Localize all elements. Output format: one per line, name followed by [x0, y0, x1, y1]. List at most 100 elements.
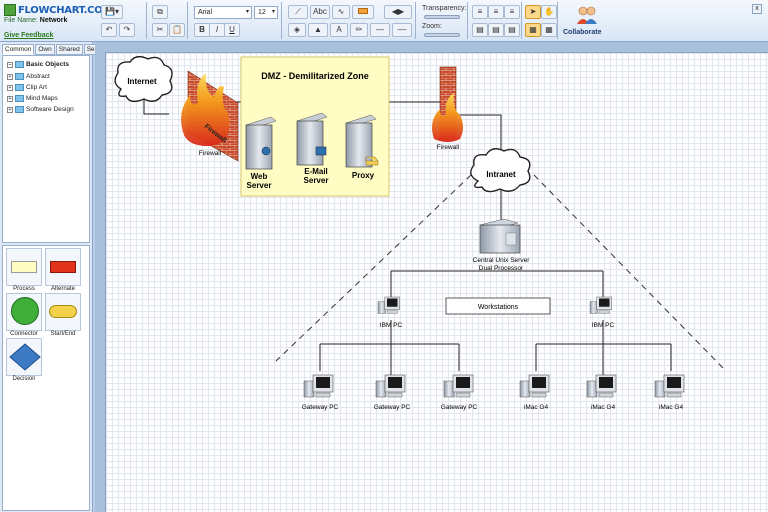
align-bottom-icon[interactable]: ▤ — [504, 23, 520, 37]
boundary-right — [533, 174, 725, 370]
tree-item-basic-objects[interactable]: – Basic Objects — [7, 61, 69, 68]
file-tools: 💾▾ ↶ ↷ — [97, 2, 147, 39]
workstations-label: Workstations — [478, 304, 519, 311]
arrange-icon[interactable]: ◀▶ — [384, 5, 412, 19]
align-right-icon[interactable]: ≡ — [504, 5, 520, 19]
close-icon[interactable]: x — [752, 4, 762, 14]
italic-button[interactable]: I — [209, 23, 225, 37]
shape-process[interactable] — [6, 248, 42, 286]
collaborate-button[interactable]: Collaborate — [563, 29, 602, 36]
expand-icon[interactable]: + — [7, 95, 13, 102]
undo-icon[interactable]: ↶ — [101, 23, 117, 37]
shape-label-decision: Decision — [12, 376, 36, 382]
line-weight-icon[interactable]: — — [370, 23, 390, 37]
align-left-icon[interactable]: ≡ — [472, 5, 488, 19]
shape-alternate[interactable] — [45, 248, 81, 286]
save-icon[interactable]: 💾▾ — [101, 5, 123, 19]
ibm-pc-left[interactable]: IBM PC — [377, 296, 403, 329]
shape-color-icon[interactable] — [352, 5, 374, 19]
firewall-right[interactable]: Firewall — [432, 66, 463, 151]
pointer-tools: ➤ ✋ ▦ ▦ — [524, 2, 558, 39]
align-middle-icon[interactable]: ▤ — [488, 23, 504, 37]
pan-hand-icon[interactable]: ✋ — [541, 5, 557, 19]
intranet-cloud[interactable]: Intranet — [470, 148, 531, 193]
ibm-pc-right[interactable]: IBM PC — [589, 296, 614, 329]
copy-icon[interactable]: ⧉ — [152, 5, 168, 19]
text-style-button[interactable]: Abc — [310, 5, 330, 19]
expand-icon[interactable]: + — [7, 84, 13, 91]
underline-button[interactable]: U — [224, 23, 240, 37]
file-name-value[interactable]: Network — [40, 17, 68, 24]
firewall-left[interactable]: Firewall Firewall — [181, 70, 239, 162]
tree-item-label: Abstract — [26, 73, 50, 80]
transparency-label: Transparency: — [422, 5, 467, 12]
app-logo: FLOWCHART.COM — [4, 4, 112, 16]
library-tree: – Basic Objects + Abstract + Clip Art + … — [2, 55, 90, 243]
shape-decision[interactable] — [6, 338, 42, 376]
gateway-pc-1[interactable]: Gateway PC — [302, 374, 339, 411]
fill-color-icon[interactable]: ◈ — [288, 23, 306, 37]
font-size-select[interactable]: 12 ▾ — [254, 6, 278, 19]
align-top-icon[interactable]: ▤ — [472, 23, 488, 37]
alternate-shape-icon — [50, 261, 76, 273]
expand-icon[interactable]: + — [7, 73, 13, 80]
imac-g4-2[interactable]: iMac G4 — [586, 374, 617, 411]
tab-common[interactable]: Common — [2, 44, 35, 55]
email-server-label-1: E-Mail — [304, 167, 328, 176]
cut-icon[interactable]: ✂ — [152, 23, 168, 37]
imac-g4-3[interactable]: iMac G4 — [654, 374, 685, 411]
intranet-boundary — [275, 174, 725, 370]
paste-icon[interactable]: 📋 — [169, 23, 185, 37]
firewall-right-label: Firewall — [437, 144, 460, 151]
imac-2-label: iMac G4 — [591, 404, 616, 411]
tree-item-abstract[interactable]: + Abstract — [7, 73, 50, 80]
shape-label-process: Process — [13, 286, 35, 292]
folder-icon — [15, 73, 24, 80]
gateway-1-label: Gateway PC — [302, 404, 339, 411]
paint-bucket-icon[interactable]: ▲ — [308, 23, 328, 37]
shape-start-end[interactable] — [45, 293, 81, 331]
tab-own[interactable]: Own — [35, 44, 55, 55]
folder-icon — [15, 61, 24, 68]
curve-tool-icon[interactable]: ∿ — [332, 5, 350, 19]
intranet-label: Intranet — [486, 170, 516, 179]
imac-3-label: iMac G4 — [659, 404, 684, 411]
collapse-icon[interactable]: – — [7, 61, 13, 68]
folder-icon — [15, 84, 24, 91]
link-bus-ibm — [390, 271, 604, 297]
tree-item-software-design[interactable]: + Software Design — [7, 106, 74, 113]
line-tool-icon[interactable]: ⟋ — [288, 5, 308, 19]
expand-icon[interactable]: + — [7, 106, 13, 113]
workstations-box[interactable]: Workstations — [445, 297, 551, 315]
process-shape-icon — [11, 261, 37, 273]
align-center-icon[interactable]: ≡ — [488, 5, 504, 19]
collaborate-icon[interactable] — [576, 5, 598, 25]
line-dash-icon[interactable]: –– — [392, 23, 412, 37]
text-color-icon[interactable]: A — [330, 23, 348, 37]
give-feedback-link[interactable]: Give Feedback — [4, 32, 53, 39]
redo-icon[interactable]: ↷ — [119, 23, 135, 37]
tree-item-clip-art[interactable]: + Clip Art — [7, 84, 47, 91]
pointer-icon[interactable]: ➤ — [525, 5, 541, 19]
shape-connector[interactable] — [6, 293, 42, 331]
line-color-icon[interactable]: ✏ — [350, 23, 368, 37]
transparency-slider[interactable] — [424, 15, 460, 19]
font-tools: Arial ▾ 12 ▾ B I U — [190, 2, 282, 39]
dmz-title: DMZ - Demilitarized Zone — [261, 71, 369, 81]
imac-g4-1[interactable]: iMac G4 — [519, 374, 550, 411]
tab-shared[interactable]: Shared — [55, 44, 83, 55]
font-size-value: 12 — [258, 9, 266, 16]
tree-item-mind-maps[interactable]: + Mind Maps — [7, 95, 58, 102]
font-family-select[interactable]: Arial ▾ — [194, 6, 252, 19]
grid-icon[interactable]: ▦ — [541, 23, 557, 37]
grid-snap-icon[interactable]: ▦ — [525, 23, 541, 37]
zoom-slider[interactable] — [424, 33, 460, 37]
dmz-zone[interactable]: DMZ - Demilitarized Zone Web Server E-Ma… — [240, 56, 390, 197]
bold-button[interactable]: B — [194, 23, 210, 37]
internet-cloud[interactable]: Internet — [114, 55, 173, 103]
gateway-pc-3[interactable]: Gateway PC — [441, 374, 478, 411]
central-unix-server[interactable]: Central Unix Server Dual Processor — [473, 218, 531, 272]
gateway-pc-2[interactable]: Gateway PC — [374, 374, 411, 411]
ibm-left-label: IBM PC — [380, 322, 403, 329]
drawing-canvas[interactable]: Internet Firewall Firewall DMZ - Demilit… — [105, 52, 768, 512]
